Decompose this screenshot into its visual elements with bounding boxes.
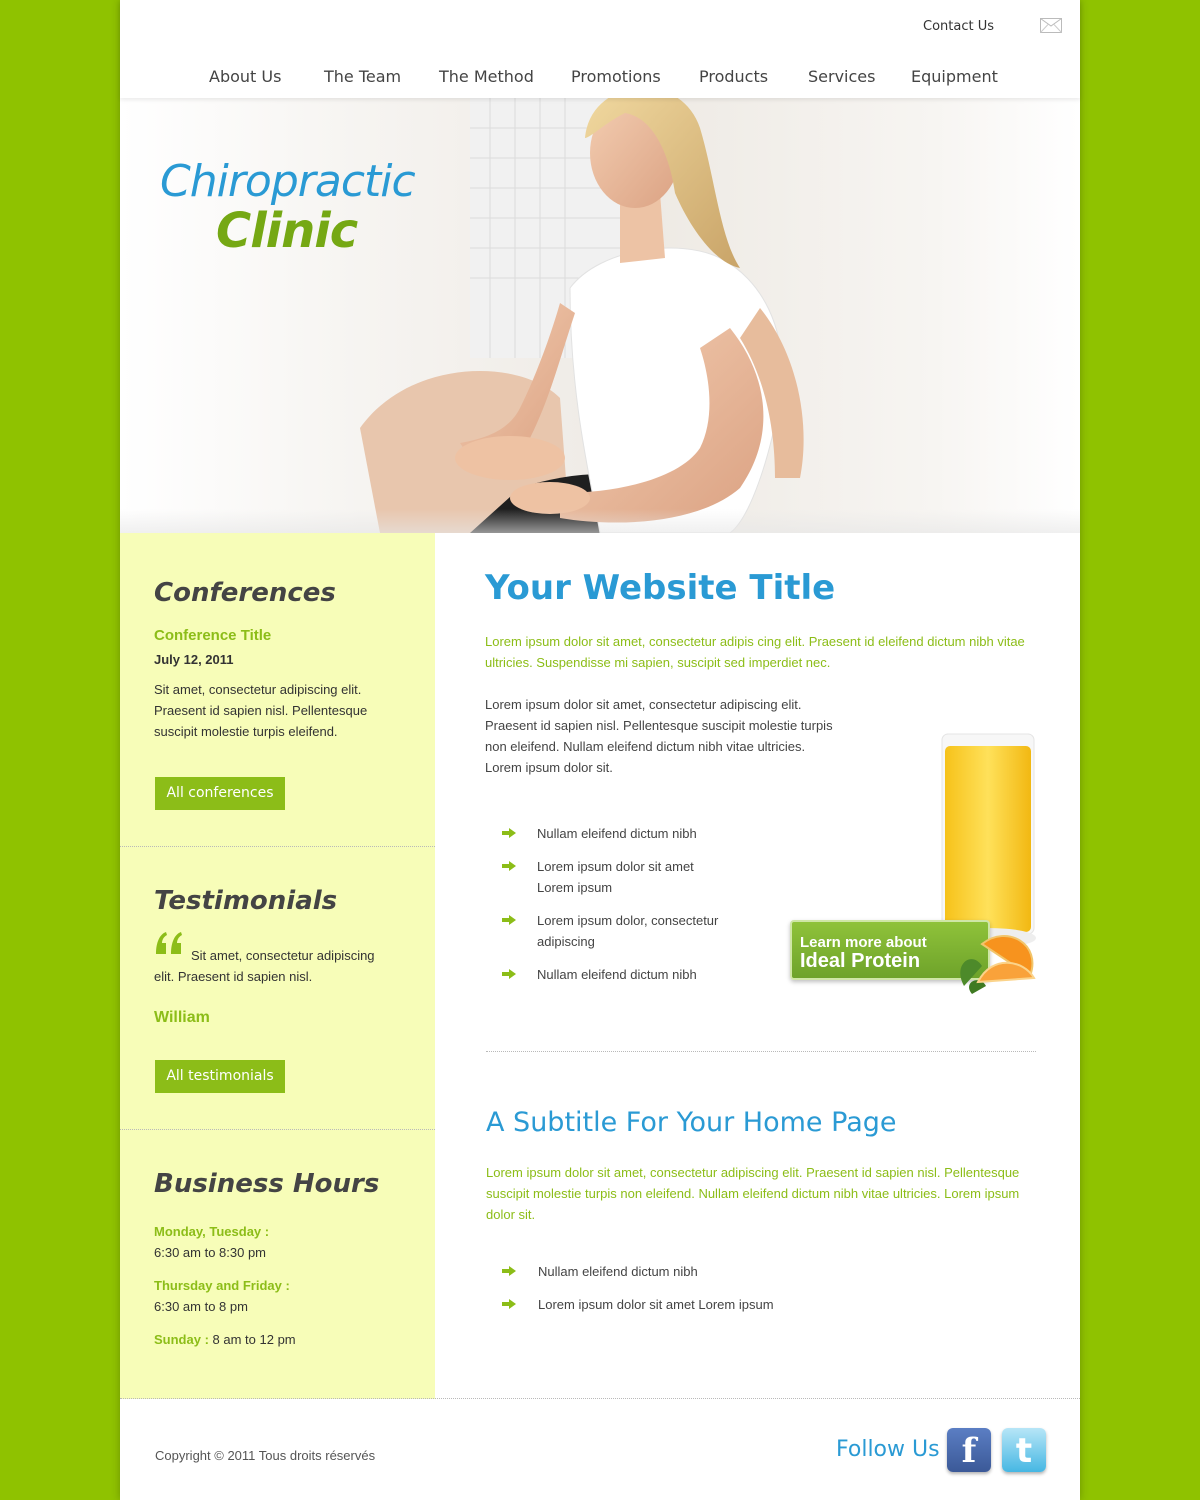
arrow-bullet-icon bbox=[502, 1299, 516, 1309]
lead-paragraph: Lorem ipsum dolor sit amet, consectetur … bbox=[485, 634, 1025, 670]
page-subtitle: A Subtitle For Your Home Page bbox=[486, 1107, 897, 1138]
nav-the-team[interactable]: The Team bbox=[324, 67, 401, 86]
list-item-text: Lorem ipsum dolor sit amet Lorem ipsum bbox=[538, 1297, 774, 1312]
follow-us-label: Follow Us bbox=[836, 1437, 940, 1462]
all-testimonials-button[interactable]: All testimonials bbox=[155, 1060, 285, 1093]
hours-value: 6:30 am to 8:30 pm bbox=[154, 1245, 267, 1260]
testimonials-heading: Testimonials bbox=[154, 886, 338, 916]
sidebar: Conferences Conference Title July 12, 20… bbox=[120, 533, 435, 1399]
hero-banner: Chiropractic Clinic bbox=[120, 98, 1080, 533]
nav-the-method[interactable]: The Method bbox=[439, 67, 534, 86]
promo-line-1: Learn more about bbox=[800, 934, 927, 951]
nav-products[interactable]: Products bbox=[699, 67, 768, 86]
nav-about-us[interactable]: About Us bbox=[209, 67, 281, 86]
page-container: Contact Us About Us The Team The Method … bbox=[120, 0, 1080, 1500]
subtitle-paragraph: Lorem ipsum dolor sit amet, consectetur … bbox=[486, 1165, 1020, 1222]
footer-divider bbox=[120, 1398, 1080, 1399]
hours-value: 8 am to 12 pm bbox=[212, 1332, 296, 1347]
list-item-text: Nullam eleifend dictum nibh bbox=[537, 826, 697, 841]
hours-label: Monday, Tuesday : bbox=[154, 1224, 270, 1239]
hours-row-3: Sunday : 8 am to 12 pm bbox=[154, 1329, 394, 1350]
nav-services[interactable]: Services bbox=[808, 67, 875, 86]
arrow-bullet-icon bbox=[502, 828, 516, 838]
hours-value: 6:30 am to 8 pm bbox=[154, 1299, 248, 1314]
site-header: Contact Us About Us The Team The Method … bbox=[120, 0, 1080, 98]
main-nav: About Us The Team The Method Promotions … bbox=[120, 67, 1080, 89]
arrow-bullet-icon bbox=[502, 861, 516, 871]
sidebar-divider bbox=[120, 846, 435, 847]
list-item-text: Nullam eleifend dictum nibh bbox=[538, 1264, 698, 1279]
all-conferences-button[interactable]: All conferences bbox=[155, 777, 285, 810]
arrow-bullet-icon bbox=[502, 915, 516, 925]
nav-equipment[interactable]: Equipment bbox=[911, 67, 998, 86]
nav-promotions[interactable]: Promotions bbox=[571, 67, 661, 86]
brand-clinic: Clinic bbox=[216, 203, 358, 259]
orange-slice-image bbox=[960, 934, 1036, 994]
page-title: Your Website Title bbox=[485, 568, 836, 608]
copyright-text: Copyright © 2011 Tous droits réservés bbox=[155, 1448, 376, 1463]
hours-row-2: Thursday and Friday : 6:30 am to 8 pm bbox=[154, 1275, 394, 1317]
twitter-icon[interactable]: t bbox=[1002, 1428, 1046, 1472]
list-item-text: Nullam eleifend dictum nibh bbox=[537, 967, 697, 982]
testimonial-author: William bbox=[154, 1009, 210, 1026]
arrow-bullet-icon bbox=[502, 969, 516, 979]
hours-row-1: Monday, Tuesday : 6:30 am to 8:30 pm bbox=[154, 1221, 394, 1263]
testimonial-quote: Sit amet, consectetur adipiscing elit. P… bbox=[154, 948, 375, 984]
list-item-text: Lorem ipsum dolor, consectetur adipiscin… bbox=[537, 913, 719, 949]
conference-date: July 12, 2011 bbox=[154, 652, 234, 667]
arrow-bullet-icon bbox=[502, 1266, 516, 1276]
sidebar-divider bbox=[120, 1129, 435, 1130]
hero-photo bbox=[360, 98, 804, 533]
business-hours-heading: Business Hours bbox=[154, 1169, 380, 1199]
list-item-text: Lorem ipsum dolor sit amet Lorem ipsum bbox=[537, 859, 694, 895]
conference-title[interactable]: Conference Title bbox=[154, 627, 271, 644]
hours-label: Sunday : bbox=[154, 1332, 209, 1347]
mail-icon[interactable] bbox=[1040, 18, 1062, 33]
conference-text: Sit amet, consectetur adipiscing elit. P… bbox=[154, 682, 368, 739]
body-paragraph: Lorem ipsum dolor sit amet, consectetur … bbox=[485, 697, 833, 775]
hero-bottom-fade bbox=[120, 509, 1080, 533]
facebook-icon[interactable]: f bbox=[947, 1428, 991, 1472]
juice-glass-image bbox=[940, 733, 1036, 948]
conferences-heading: Conferences bbox=[154, 578, 336, 608]
contact-us-link[interactable]: Contact Us bbox=[923, 19, 994, 34]
brand-chiropractic: Chiropractic bbox=[160, 156, 416, 207]
hours-label: Thursday and Friday : bbox=[154, 1278, 290, 1293]
content-divider bbox=[486, 1051, 1036, 1052]
promo-line-2: Ideal Protein bbox=[800, 950, 921, 972]
